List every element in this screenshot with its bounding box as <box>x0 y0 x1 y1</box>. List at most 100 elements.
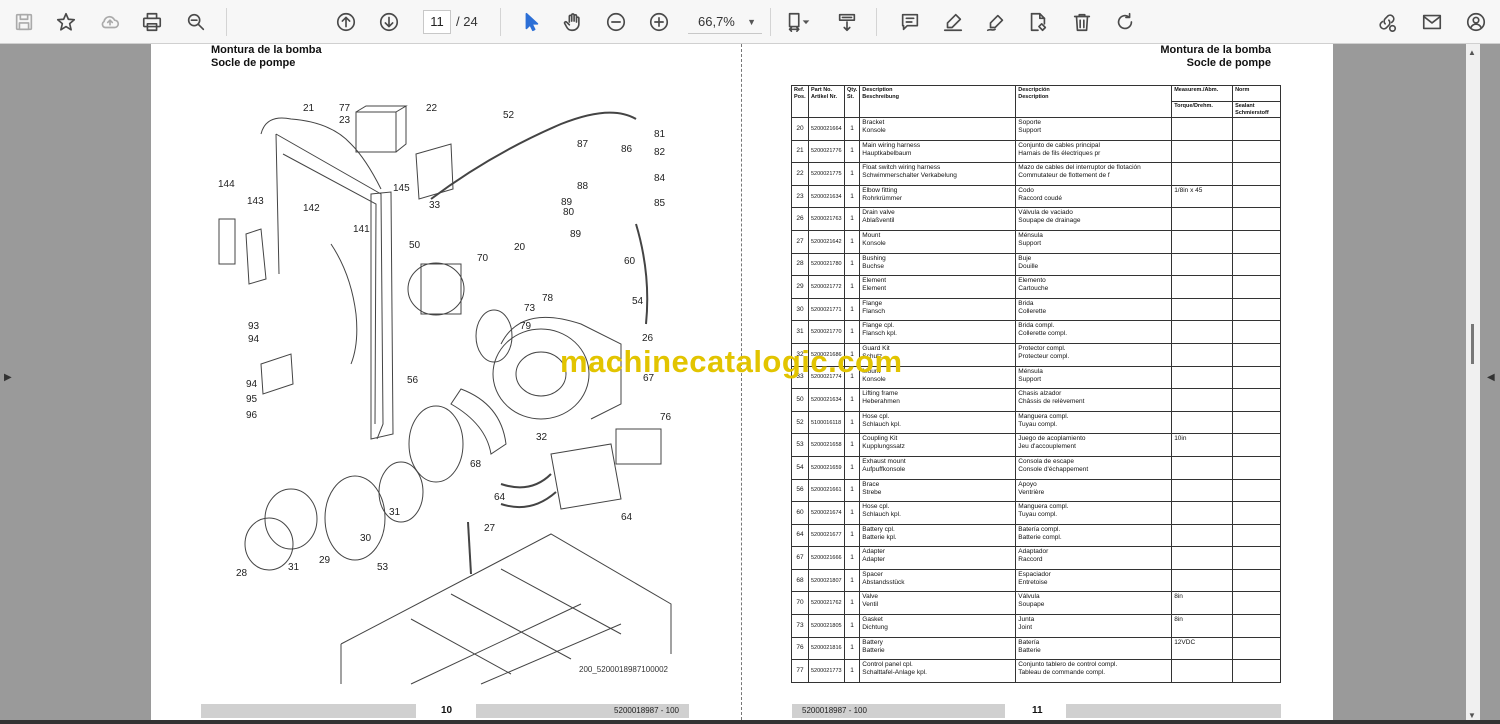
zoom-level-select[interactable]: 66,7% ▼ <box>688 10 762 34</box>
cell-norm <box>1232 636 1281 661</box>
table-row: 30 5200021771 1 Flange Flansch Brida Collerett… <box>791 297 1281 322</box>
cell-description: Float switch wiring harness Schwimmerscha… <box>859 162 1017 186</box>
cell-norm <box>1232 320 1281 344</box>
callout-label: 144 <box>218 179 235 190</box>
table-row: 56 5200021661 1 Brace Strebe Apoyo Ventrière <box>791 478 1281 503</box>
cell-norm <box>1232 184 1281 209</box>
cell-description: Flange cpl. Flansch kpl. <box>859 320 1017 344</box>
callout-label: 56 <box>407 375 419 386</box>
toolbar-separator <box>876 8 877 36</box>
cell-ref: 27 <box>791 229 809 254</box>
callout-label: 94 <box>246 379 258 390</box>
cell-norm <box>1232 252 1281 277</box>
chevron-down-icon[interactable] <box>798 6 814 38</box>
edit-text-icon[interactable] <box>1022 6 1054 38</box>
cell-descripcion: Soporte Support <box>1015 117 1173 141</box>
vertical-scrollbar[interactable]: ▲ ▼ <box>1466 44 1480 724</box>
cell-ref: 30 <box>791 297 809 322</box>
left-panel-toggle-icon[interactable]: ▶ <box>4 372 12 383</box>
page-number-input[interactable]: 11 <box>423 10 451 34</box>
cell-qty: 1 <box>843 117 861 141</box>
watermark-text: machinecatalogic.com <box>560 344 903 379</box>
scrollbar-thumb[interactable] <box>1471 324 1474 364</box>
cell-descripcion: Codo Raccord coudé <box>1015 184 1173 209</box>
cell-ref: 53 <box>791 433 809 457</box>
page-title-es: Montura de la bomba <box>1160 44 1271 56</box>
zoom-in-icon[interactable] <box>643 6 675 38</box>
table-row: 28 5200021780 1 Bushing Buchse Buje Douille <box>791 252 1281 277</box>
scroll-up-icon[interactable]: ▲ <box>1468 48 1476 57</box>
cell-measurement <box>1171 455 1234 480</box>
toolbar-separator <box>500 8 501 36</box>
previous-page-icon[interactable] <box>330 6 362 38</box>
callout-label: 60 <box>624 256 636 267</box>
cell-part-no: 5200021805 <box>807 614 845 638</box>
cell-description: Element Element <box>859 275 1017 299</box>
table-row: 60 5200021674 1 Hose cpl. Schlauch kpl. Mangu… <box>791 501 1281 525</box>
save-icon[interactable] <box>8 6 40 38</box>
zoom-out-icon[interactable] <box>600 6 632 38</box>
cell-norm <box>1232 433 1281 457</box>
bookmark-star-icon[interactable] <box>50 6 82 38</box>
cell-measurement <box>1171 568 1234 593</box>
cell-part-no: 5200021664 <box>807 117 845 141</box>
callout-label: 29 <box>319 555 331 566</box>
table-row: 29 5200021772 1 Element Element Elemento Carto… <box>791 275 1281 299</box>
cell-measurement <box>1171 365 1234 390</box>
cloud-upload-icon[interactable] <box>94 6 126 38</box>
table-row: 27 5200021642 1 Mount Konsole Ménsula Support <box>791 229 1281 254</box>
cell-descripcion: Batería compl. Batterie compl. <box>1015 523 1173 548</box>
cell-description: Spacer Abstandsstück <box>859 568 1017 593</box>
cell-qty: 1 <box>843 320 861 344</box>
cell-ref: 28 <box>791 252 809 277</box>
share-link-icon[interactable] <box>1371 6 1403 38</box>
cell-part-no: 5200021776 <box>807 139 845 164</box>
callout-label: 28 <box>236 568 248 579</box>
print-icon[interactable] <box>136 6 168 38</box>
cell-ref: 29 <box>791 275 809 299</box>
cell-norm <box>1232 365 1281 390</box>
scroll-down-icon[interactable]: ▼ <box>1468 711 1476 720</box>
cell-descripcion: Espaciador Entretoise <box>1015 568 1173 593</box>
highlight-pen-icon[interactable] <box>937 6 969 38</box>
cell-qty: 1 <box>843 275 861 299</box>
account-icon[interactable] <box>1460 6 1492 38</box>
cell-part-no: 5200021666 <box>807 546 845 570</box>
cell-qty: 1 <box>843 139 861 164</box>
cell-qty: 1 <box>843 207 861 231</box>
cell-part-no: 5200021762 <box>807 591 845 616</box>
cell-descripcion: Mazo de cables del interruptor de flotac… <box>1015 162 1173 186</box>
cell-part-no: 5200021816 <box>807 636 845 661</box>
cell-ref: 20 <box>791 117 809 141</box>
cell-norm <box>1232 139 1281 164</box>
scroll-mode-icon[interactable] <box>831 6 863 38</box>
cell-descripcion: Adaptador Raccord <box>1015 546 1173 570</box>
cell-part-no: 5100016118 <box>807 410 845 435</box>
cell-measurement <box>1171 207 1234 231</box>
hand-tool-icon[interactable] <box>557 6 589 38</box>
cell-part-no: 5200021674 <box>807 501 845 525</box>
right-panel-toggle-icon[interactable]: ◀ <box>1487 372 1495 383</box>
comment-icon[interactable] <box>894 6 926 38</box>
cell-descripcion: Elemento Cartouche <box>1015 275 1173 299</box>
next-page-icon[interactable] <box>373 6 405 38</box>
cell-description: Adapter Adapter <box>859 546 1017 570</box>
cell-description: Battery cpl. Batterie kpl. <box>859 523 1017 548</box>
search-icon[interactable] <box>180 6 212 38</box>
select-cursor-icon[interactable] <box>515 6 547 38</box>
cell-measurement: 8in <box>1171 614 1234 638</box>
cell-measurement <box>1171 275 1234 299</box>
email-icon[interactable] <box>1416 6 1448 38</box>
cell-descripcion: Chasis alzador Châssis de relèvement <box>1015 388 1173 412</box>
rotate-icon[interactable] <box>1109 6 1141 38</box>
callout-label: 145 <box>393 183 410 194</box>
cell-measurement <box>1171 501 1234 525</box>
header-qty: Qty. St. <box>843 85 861 118</box>
cell-qty: 1 <box>843 568 861 593</box>
delete-trash-icon[interactable] <box>1066 6 1098 38</box>
cell-qty: 1 <box>843 501 861 525</box>
draw-signature-icon[interactable] <box>980 6 1012 38</box>
pdf-page-10: Montura de la bomba Socle de pompe 21 77… <box>151 44 742 720</box>
cell-descripcion: Conjunto de cables principal Harnais de f… <box>1015 139 1173 164</box>
callout-label: 84 <box>654 173 666 184</box>
